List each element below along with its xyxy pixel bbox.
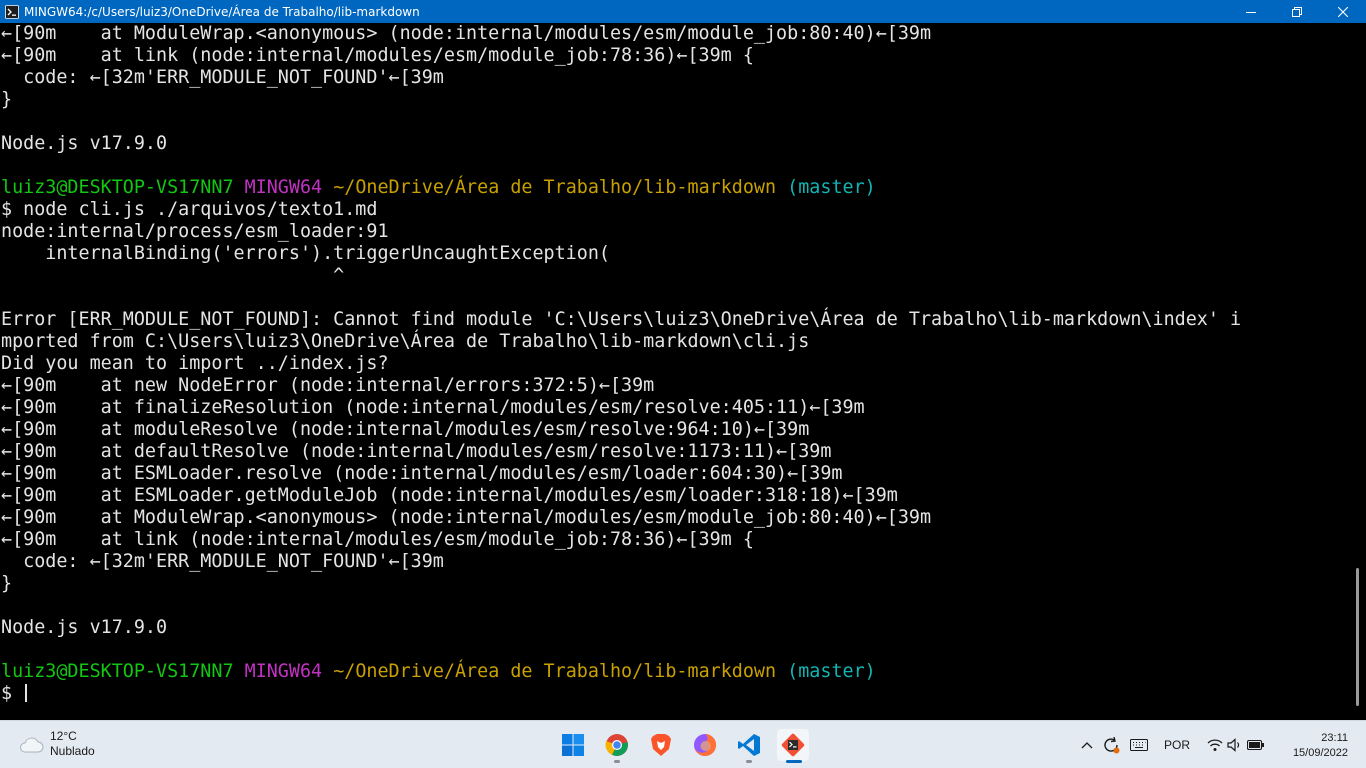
prompt-branch: (master) [787, 177, 876, 198]
prompt-path: ~/OneDrive/Área de Trabalho/lib-markdown [333, 177, 777, 198]
close-button[interactable] [1320, 0, 1366, 23]
vscode-taskbar-button[interactable] [733, 729, 765, 761]
weather-condition: Nublado [50, 744, 95, 758]
git-bash-icon [781, 733, 805, 757]
clock[interactable]: 23:11 15/09/2022 [1293, 731, 1348, 761]
vscode-icon [738, 734, 760, 756]
firefox-taskbar-button[interactable] [689, 729, 721, 761]
terminal-line: Error [ERR_MODULE_NOT_FOUND]: Cannot fin… [1, 309, 1242, 330]
sync-icon [1104, 736, 1120, 754]
vscode-running-indicator [746, 760, 752, 763]
window-titlebar[interactable]: MINGW64:/c/Users/luiz3/OneDrive/Área de … [0, 0, 1366, 23]
text-cursor [25, 684, 28, 702]
close-icon [1338, 6, 1348, 17]
keyboard-tray-button[interactable] [1128, 721, 1150, 768]
terminal-line: ←[90m at new NodeError (node:internal/er… [1, 375, 655, 396]
terminal-line: ←[90m at ModuleWrap.<anonymous> (node:in… [1, 507, 932, 528]
language-indicator[interactable]: POR [1160, 721, 1194, 768]
terminal-line: ←[90m at ESMLoader.resolve (node:interna… [1, 463, 843, 484]
clock-time: 23:11 [1321, 732, 1348, 744]
terminal-line: } [1, 89, 13, 110]
weather-temperature: 12°C [50, 729, 77, 743]
brave-taskbar-button[interactable] [645, 729, 677, 761]
terminal-line: } [1, 573, 13, 594]
terminal-line: Did you mean to import ../index.js? [1, 353, 389, 374]
show-hidden-icons-button[interactable] [1077, 721, 1097, 768]
wifi-icon [1207, 739, 1223, 751]
terminal-line: ←[90m at link (node:internal/modules/esm… [1, 45, 754, 66]
terminal-line: mported from C:\Users\luiz3\OneDrive\Áre… [1, 331, 810, 352]
prompt-path: ~/OneDrive/Área de Trabalho/lib-markdown [333, 661, 777, 682]
firefox-icon [694, 733, 717, 756]
minimize-button[interactable] [1228, 0, 1274, 23]
start-button[interactable] [557, 729, 589, 761]
prompt-dollar: $ [1, 683, 24, 704]
taskbar: 12°C Nublado POR 23:11 15/09/2022 [0, 720, 1366, 768]
chrome-taskbar-button[interactable] [601, 729, 633, 761]
prompt-user: luiz3@DESKTOP-VS17NN7 [1, 661, 234, 682]
terminal-line: ←[90m at link (node:internal/modules/esm… [1, 529, 754, 550]
minimize-icon [1246, 11, 1256, 13]
terminal-line: Node.js v17.9.0 [1, 617, 168, 638]
command-input-line[interactable]: $ [1, 683, 28, 705]
terminal-line: ←[90m at moduleResolve (node:internal/mo… [1, 419, 810, 440]
prompt-system: MINGW64 [244, 177, 323, 198]
network-volume-battery-button[interactable] [1204, 721, 1268, 768]
terminal-line: code: ←[32m'ERR_MODULE_NOT_FOUND'←[39m [1, 67, 444, 88]
scrollbar-thumb[interactable] [1356, 568, 1359, 706]
terminal-line: $ node cli.js ./arquivos/texto1.md [1, 199, 378, 220]
chrome-icon [605, 734, 628, 756]
restore-icon [1292, 6, 1302, 17]
brave-icon [651, 734, 671, 756]
sync-tray-button[interactable] [1100, 721, 1122, 768]
git-bash-app-icon [4, 4, 20, 20]
terminal-line: ←[90m at defaultResolve (node:internal/m… [1, 441, 832, 462]
git-bash-taskbar-button[interactable] [777, 729, 809, 761]
prompt-branch: (master) [787, 661, 876, 682]
prompt-line: luiz3@DESKTOP-VS17NN7 MINGW64 ~/OneDrive… [1, 177, 876, 199]
terminal-line: node:internal/process/esm_loader:91 [1, 221, 389, 242]
prompt-user: luiz3@DESKTOP-VS17NN7 [1, 177, 234, 198]
terminal-line: Node.js v17.9.0 [1, 133, 168, 154]
chrome-running-indicator [614, 760, 620, 763]
window-title: MINGW64:/c/Users/luiz3/OneDrive/Área de … [24, 4, 420, 19]
git-bash-active-indicator [786, 760, 802, 763]
prompt-line: luiz3@DESKTOP-VS17NN7 MINGW64 ~/OneDrive… [1, 661, 876, 683]
battery-icon [1247, 739, 1264, 751]
weather-widget[interactable]: 12°C Nublado [18, 729, 95, 759]
terminal-line: ^ [1, 265, 345, 286]
terminal-line: ←[90m at ESMLoader.getModuleJob (node:in… [1, 485, 898, 506]
terminal-line: ←[90m at finalizeResolution (node:intern… [1, 397, 865, 418]
restore-button[interactable] [1274, 0, 1320, 23]
volume-icon [1227, 738, 1240, 752]
keyboard-icon [1130, 739, 1148, 751]
terminal-line: ←[90m at ModuleWrap.<anonymous> (node:in… [1, 23, 932, 44]
terminal-output[interactable]: ←[90m at ModuleWrap.<anonymous> (node:in… [0, 23, 1354, 720]
cloud-icon [20, 737, 44, 753]
chevron-up-icon [1081, 742, 1093, 749]
start-icon [562, 734, 584, 756]
terminal-line: code: ←[32m'ERR_MODULE_NOT_FOUND'←[39m [1, 551, 444, 572]
prompt-system: MINGW64 [244, 661, 323, 682]
clock-date: 15/09/2022 [1292, 747, 1348, 759]
terminal-line: internalBinding('errors').triggerUncaugh… [1, 243, 610, 264]
